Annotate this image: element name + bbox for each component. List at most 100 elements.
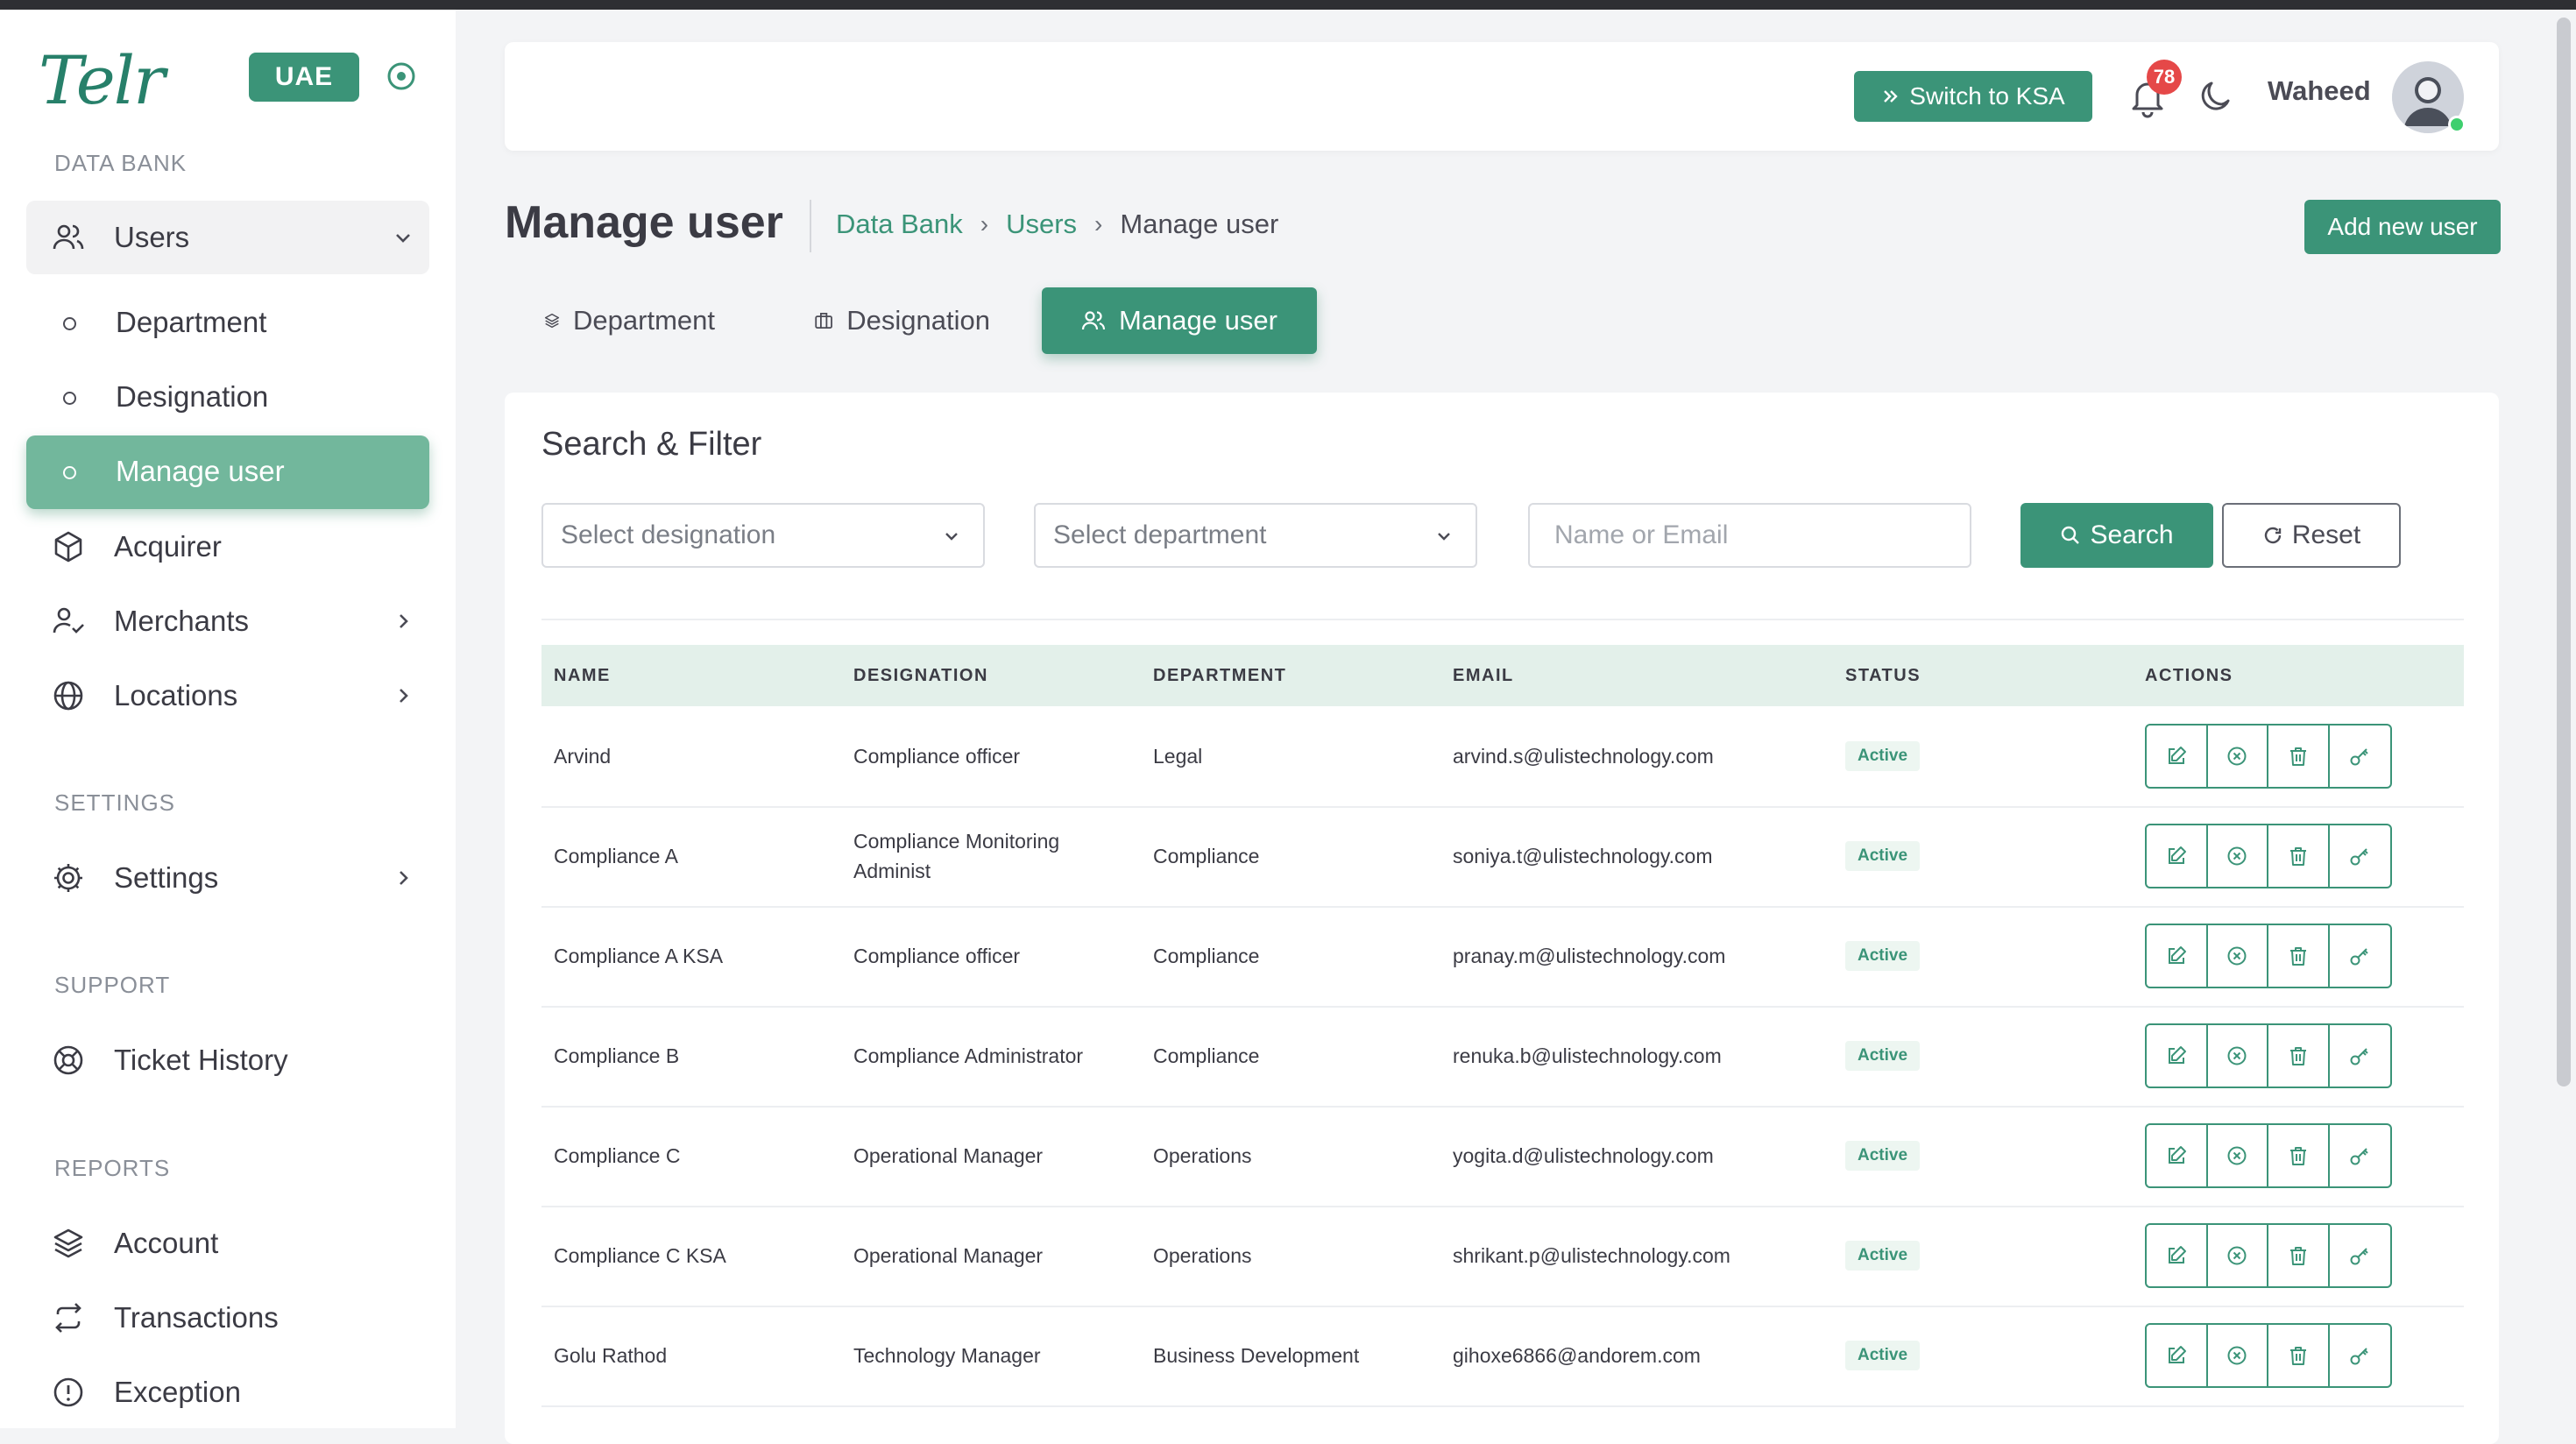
key-icon bbox=[2350, 748, 2368, 766]
sidebar-item-settings[interactable]: Settings bbox=[26, 841, 429, 915]
tab-department[interactable]: Department bbox=[505, 287, 754, 354]
add-new-user-button[interactable]: Add new user bbox=[2304, 200, 2501, 254]
deactivate-button[interactable] bbox=[2208, 1025, 2268, 1087]
sidebar-item-label: Ticket History bbox=[114, 1044, 288, 1076]
sidebar-item-acquirer[interactable]: Acquirer bbox=[26, 510, 429, 584]
sidebar-item-merchants[interactable]: Merchants bbox=[26, 584, 429, 658]
chevron-down-icon bbox=[1438, 533, 1450, 541]
edit-button[interactable] bbox=[2147, 1325, 2208, 1386]
moon-icon[interactable] bbox=[2196, 79, 2233, 116]
column-header-status[interactable]: STATUS bbox=[1845, 666, 1921, 686]
switch-region-button[interactable]: Switch to KSA bbox=[1854, 71, 2092, 122]
column-header-email[interactable]: EMAIL bbox=[1453, 666, 1514, 686]
reset-password-button[interactable] bbox=[2330, 1225, 2390, 1286]
country-badge[interactable]: UAE bbox=[249, 53, 359, 102]
lifebuoy-icon bbox=[53, 1045, 83, 1075]
scrollbar[interactable] bbox=[2557, 18, 2571, 1087]
reset-password-button[interactable] bbox=[2330, 726, 2390, 787]
edit-button[interactable] bbox=[2147, 1125, 2208, 1186]
deactivate-button[interactable] bbox=[2208, 825, 2268, 887]
alert-circle-icon bbox=[53, 1377, 83, 1407]
status-badge: Active bbox=[1845, 741, 1921, 771]
edit-button[interactable] bbox=[2147, 1225, 2208, 1286]
breadcrumb-data-bank[interactable]: Data Bank bbox=[836, 209, 963, 240]
tab-designation[interactable]: Designation bbox=[775, 287, 1029, 354]
edit-button[interactable] bbox=[2147, 925, 2208, 987]
table-row: Compliance A KSA Compliance officer Compli… bbox=[541, 906, 2464, 1008]
reset-password-button[interactable] bbox=[2330, 925, 2390, 987]
breadcrumb-current: Manage user bbox=[1120, 209, 1279, 239]
sidebar-item-manage-user[interactable]: Manage user bbox=[26, 435, 429, 509]
sidebar-item-label: Transactions bbox=[114, 1301, 279, 1334]
trash-icon bbox=[2289, 747, 2306, 766]
cell-name: Arvind bbox=[554, 745, 612, 768]
deactivate-button[interactable] bbox=[2208, 726, 2268, 787]
reset-password-button[interactable] bbox=[2330, 1325, 2390, 1386]
chevron-right-icon bbox=[400, 614, 408, 628]
delete-button[interactable] bbox=[2268, 1125, 2330, 1186]
breadcrumb-users[interactable]: Users bbox=[1006, 209, 1077, 240]
username[interactable]: Waheed bbox=[2268, 75, 2371, 107]
cell-email: soniya.t@ulistechnology.com bbox=[1453, 845, 1713, 867]
sidebar-item-exception[interactable]: Exception bbox=[26, 1356, 429, 1429]
delete-button[interactable] bbox=[2268, 825, 2330, 887]
sidebar-item-ticket-history[interactable]: Ticket History bbox=[26, 1023, 429, 1097]
reset-password-button[interactable] bbox=[2330, 1125, 2390, 1186]
status-badge: Active bbox=[1845, 841, 1921, 871]
reset-password-button[interactable] bbox=[2330, 825, 2390, 887]
sidebar-item-label: Locations bbox=[114, 679, 238, 711]
cell-email: arvind.s@ulistechnology.com bbox=[1453, 745, 1714, 768]
telr-logo[interactable]: Telr bbox=[39, 41, 165, 119]
sidebar-item-transactions[interactable]: Transactions bbox=[26, 1281, 429, 1355]
key-icon bbox=[2350, 1048, 2368, 1065]
sidebar-item-locations[interactable]: Locations bbox=[26, 659, 429, 733]
row-actions bbox=[2145, 1023, 2392, 1088]
reset-button[interactable]: Reset bbox=[2222, 503, 2401, 568]
delete-button[interactable] bbox=[2268, 726, 2330, 787]
delete-button[interactable] bbox=[2268, 1025, 2330, 1087]
x-circle-icon bbox=[2227, 1046, 2247, 1065]
search-button[interactable]: Search bbox=[2020, 503, 2213, 568]
sidebar-item-designation[interactable]: Designation bbox=[26, 361, 429, 435]
tab-manage-user[interactable]: Manage user bbox=[1042, 287, 1317, 354]
cell-name: Compliance C bbox=[554, 1144, 681, 1167]
key-icon bbox=[2350, 1348, 2368, 1365]
cell-department: Compliance bbox=[1153, 1044, 1260, 1067]
cell-department: Compliance bbox=[1153, 845, 1260, 867]
row-actions bbox=[2145, 924, 2392, 988]
cell-department: Operations bbox=[1153, 1244, 1252, 1267]
edit-button[interactable] bbox=[2147, 726, 2208, 787]
column-header-name[interactable]: NAME bbox=[554, 666, 611, 686]
table-row: Compliance C Operational Manager Operation… bbox=[541, 1106, 2464, 1207]
key-icon bbox=[2350, 1248, 2368, 1265]
deactivate-button[interactable] bbox=[2208, 925, 2268, 987]
deactivate-button[interactable] bbox=[2208, 1125, 2268, 1186]
deactivate-button[interactable] bbox=[2208, 1325, 2268, 1386]
department-select[interactable]: Select department bbox=[1034, 503, 1477, 568]
table-row: Compliance A Compliance Monitoring Admini… bbox=[541, 806, 2464, 908]
gear-icon bbox=[54, 864, 82, 892]
designation-select[interactable]: Select designation bbox=[541, 503, 985, 568]
edit-button[interactable] bbox=[2147, 1025, 2208, 1087]
sidebar-item-department[interactable]: Department bbox=[26, 287, 429, 360]
deactivate-button[interactable] bbox=[2208, 1225, 2268, 1286]
name-email-search-input[interactable] bbox=[1528, 503, 1971, 568]
delete-button[interactable] bbox=[2268, 1225, 2330, 1286]
switch-region-label: Switch to KSA bbox=[1909, 82, 2065, 110]
sidebar-item-account[interactable]: Account bbox=[26, 1207, 429, 1280]
cell-name: Compliance A bbox=[554, 845, 678, 867]
circle-icon bbox=[63, 392, 76, 405]
delete-button[interactable] bbox=[2268, 925, 2330, 987]
cell-email: gihoxe6866@andorem.com bbox=[1453, 1344, 1701, 1367]
delete-button[interactable] bbox=[2268, 1325, 2330, 1386]
search-icon bbox=[2062, 526, 2080, 544]
target-icon[interactable] bbox=[386, 60, 417, 92]
column-header-department[interactable]: DEPARTMENT bbox=[1153, 666, 1286, 686]
column-header-designation[interactable]: DESIGNATION bbox=[853, 666, 988, 686]
reset-password-button[interactable] bbox=[2330, 1025, 2390, 1087]
search-button-label: Search bbox=[2090, 520, 2174, 549]
sidebar-item-users[interactable]: Users bbox=[26, 201, 429, 274]
edit-button[interactable] bbox=[2147, 825, 2208, 887]
user-check-icon bbox=[53, 607, 84, 634]
status-badge: Active bbox=[1845, 1241, 1921, 1271]
